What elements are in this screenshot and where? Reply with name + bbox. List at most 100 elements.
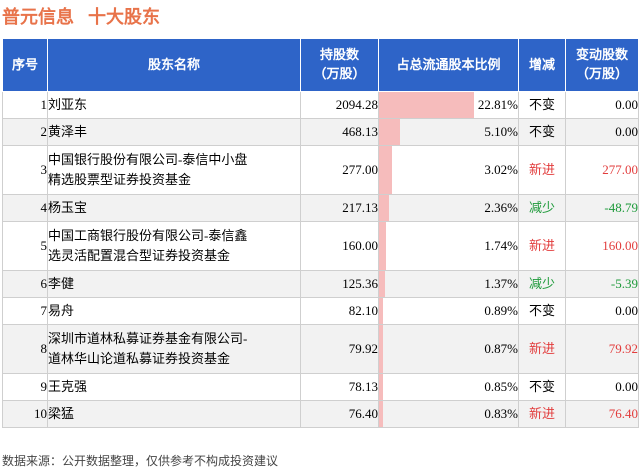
header-shares: 持股数 （万股） xyxy=(300,38,379,92)
table-row: 2 黄泽丰 468.13 5.10% 不变 0.00 xyxy=(2,118,639,146)
holder-name-cell: 杨玉宝 xyxy=(47,194,301,222)
holder-name-cell: 王克强 xyxy=(47,373,301,401)
page-title: 普元信息 十大股东 xyxy=(2,3,160,28)
holder-name-line: 王克强 xyxy=(48,379,88,394)
shares-cell: 217.13 xyxy=(300,194,379,222)
header-name: 股东名称 xyxy=(47,38,301,92)
holder-name-line: 李健 xyxy=(48,276,75,291)
ratio-cell: 1.37% xyxy=(378,270,519,298)
table-row: 6 李健 125.36 1.37% 减少 -5.39 xyxy=(2,270,639,298)
rank-cell: 4 xyxy=(2,194,48,222)
shares-cell: 78.13 xyxy=(300,373,379,401)
change-cell: 减少 xyxy=(518,194,566,222)
header-delta-line1: 变动股数 xyxy=(575,48,628,63)
holder-name-line: 刘亚东 xyxy=(48,97,88,112)
header-shares-line2: （万股） xyxy=(313,67,366,82)
holder-name-cell: 中国银行股份有限公司-泰信中小盘 精选股票型证券投资基金 xyxy=(47,145,301,195)
table-row: 5 中国工商银行股份有限公司-泰信鑫 选灵活配置混合型证券投资基金 160.00 1.7… xyxy=(2,221,639,271)
holder-name-line: 中国银行股份有限公司-泰信中小盘 xyxy=(48,152,248,167)
holder-name-cell: 梁猛 xyxy=(47,400,301,428)
rank-cell: 7 xyxy=(2,297,48,325)
change-cell: 新进 xyxy=(518,145,566,195)
holder-name-cell: 刘亚东 xyxy=(47,91,301,119)
ratio-bar xyxy=(379,146,392,194)
shares-cell: 2094.28 xyxy=(300,91,379,119)
holder-name-line: 黄泽丰 xyxy=(48,124,88,139)
ratio-label: 2.36% xyxy=(484,200,518,215)
delta-cell: 76.40 xyxy=(565,400,639,428)
delta-cell: 160.00 xyxy=(565,221,639,271)
rank-cell: 2 xyxy=(2,118,48,146)
shares-cell: 468.13 xyxy=(300,118,379,146)
ratio-bar xyxy=(379,195,389,221)
change-cell: 不变 xyxy=(518,297,566,325)
delta-cell: -5.39 xyxy=(565,270,639,298)
table-row: 3 中国银行股份有限公司-泰信中小盘 精选股票型证券投资基金 277.00 3.02% 新… xyxy=(2,145,639,195)
holder-name-line: 梁猛 xyxy=(48,406,75,421)
header-change: 增减 xyxy=(518,38,566,92)
holder-name-line: 杨玉宝 xyxy=(48,200,88,215)
company-name: 普元信息 xyxy=(2,7,74,28)
table-row: 10 梁猛 76.40 0.83% 新进 76.40 xyxy=(2,400,639,428)
holder-name-line: 选灵活配置混合型证券投资基金 xyxy=(48,248,231,263)
ratio-label: 0.85% xyxy=(484,379,518,394)
ratio-label: 1.37% xyxy=(484,276,518,291)
holder-name-line: 道林华山论道私募证券投资基金 xyxy=(48,351,231,366)
delta-cell: 79.92 xyxy=(565,324,639,374)
delta-cell: 277.00 xyxy=(565,145,639,195)
rank-cell: 3 xyxy=(2,145,48,195)
table-row: 9 王克强 78.13 0.85% 不变 0.00 xyxy=(2,373,639,401)
table-row: 4 杨玉宝 217.13 2.36% 减少 -48.79 xyxy=(2,194,639,222)
shares-cell: 79.92 xyxy=(300,324,379,374)
table-row: 1 刘亚东 2094.28 22.81% 不变 0.00 xyxy=(2,91,639,119)
ratio-bar xyxy=(379,119,401,145)
ratio-cell: 5.10% xyxy=(378,118,519,146)
change-cell: 新进 xyxy=(518,221,566,271)
data-source-note: 数据来源：公开数据整理，仅供参考不构成投资建议 xyxy=(2,454,279,468)
table-row: 8 深圳市道林私募证券基金有限公司- 道林华山论道私募证券投资基金 79.92 0.87… xyxy=(2,324,639,374)
change-cell: 新进 xyxy=(518,324,566,374)
table-row: 7 易舟 82.10 0.89% 不变 0.00 xyxy=(2,297,639,325)
rank-cell: 10 xyxy=(2,400,48,428)
delta-cell: 0.00 xyxy=(565,297,639,325)
holder-name-cell: 中国工商银行股份有限公司-泰信鑫 选灵活配置混合型证券投资基金 xyxy=(47,221,301,271)
ratio-cell: 2.36% xyxy=(378,194,519,222)
delta-cell: -48.79 xyxy=(565,194,639,222)
ratio-bar xyxy=(379,92,474,118)
ratio-label: 5.10% xyxy=(484,124,518,139)
ratio-cell: 0.87% xyxy=(378,324,519,374)
shares-cell: 277.00 xyxy=(300,145,379,195)
header-shares-line1: 持股数 xyxy=(319,48,359,63)
change-cell: 不变 xyxy=(518,91,566,119)
rank-cell: 6 xyxy=(2,270,48,298)
section-name: 十大股东 xyxy=(88,7,160,28)
ratio-bar xyxy=(379,222,387,270)
ratio-label: 22.81% xyxy=(477,97,518,112)
ratio-label: 0.87% xyxy=(484,341,518,356)
change-cell: 不变 xyxy=(518,373,566,401)
ratio-cell: 1.74% xyxy=(378,221,519,271)
ratio-label: 0.83% xyxy=(484,406,518,421)
shares-cell: 125.36 xyxy=(300,270,379,298)
ratio-cell: 0.89% xyxy=(378,297,519,325)
header-delta: 变动股数 （万股） xyxy=(565,38,639,92)
rank-cell: 5 xyxy=(2,221,48,271)
holder-name-cell: 黄泽丰 xyxy=(47,118,301,146)
ratio-cell: 3.02% xyxy=(378,145,519,195)
header-ratio: 占总流通股本比例 xyxy=(378,38,519,92)
ratio-bar xyxy=(379,401,383,427)
delta-cell: 0.00 xyxy=(565,118,639,146)
holder-name-line: 深圳市道林私募证券基金有限公司- xyxy=(48,331,248,346)
top-ten-holders-table: 序号 股东名称 持股数 （万股） 占总流通股本比例 增减 变动股数 （万股） 1… xyxy=(2,38,639,428)
holder-name-line: 易舟 xyxy=(48,303,75,318)
ratio-cell: 0.85% xyxy=(378,373,519,401)
holder-name-cell: 深圳市道林私募证券基金有限公司- 道林华山论道私募证券投资基金 xyxy=(47,324,301,374)
ratio-bar xyxy=(379,325,383,373)
ratio-label: 1.74% xyxy=(484,238,518,253)
ratio-cell: 22.81% xyxy=(378,91,519,119)
header-rank: 序号 xyxy=(2,38,48,92)
delta-cell: 0.00 xyxy=(565,91,639,119)
rank-cell: 1 xyxy=(2,91,48,119)
header-delta-line2: （万股） xyxy=(575,67,628,82)
ratio-bar xyxy=(379,374,383,400)
